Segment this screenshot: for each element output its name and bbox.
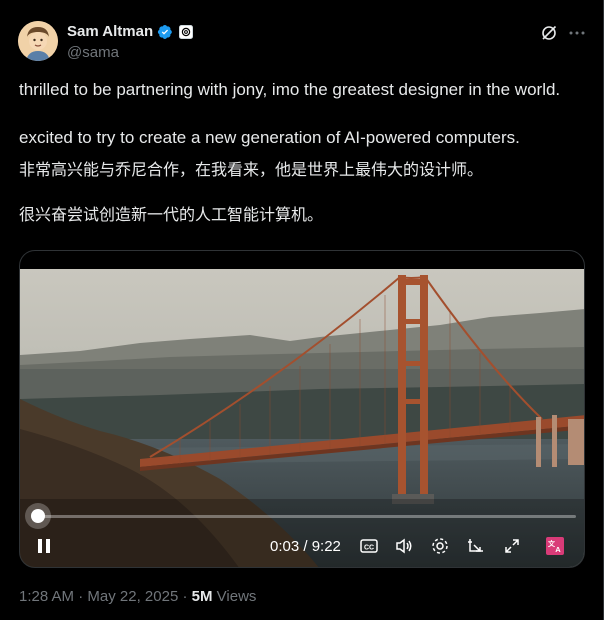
svg-text:CC: CC — [364, 545, 374, 552]
volume-icon[interactable] — [394, 536, 414, 556]
author-name-row: Sam Altman — [67, 23, 194, 40]
tweet-text-line: thrilled to be partnering with jony, imo… — [19, 80, 561, 99]
svg-text:A: A — [555, 545, 561, 554]
meta-separator: · — [182, 588, 188, 605]
progress-scrubber[interactable] — [31, 509, 45, 523]
video-controls: 0:03 / 9:22 CC 文A — [20, 501, 584, 567]
views-count: 5M — [191, 588, 213, 605]
tweet-text-line: excited to try to create a new generatio… — [19, 128, 520, 147]
video-time: 0:03 / 9:22 — [270, 538, 341, 555]
pause-icon[interactable] — [34, 536, 54, 556]
grok-icon[interactable] — [540, 24, 558, 42]
tweet-text-line: 很兴奋尝试创造新一代的人工智能计算机。 — [19, 207, 324, 224]
tweet-text-line: 非常高兴能与乔尼合作，在我看来，他是世界上最伟大的设计师。 — [19, 162, 484, 179]
fullscreen-icon[interactable] — [502, 536, 522, 556]
more-options-icon[interactable] — [568, 24, 586, 42]
settings-icon[interactable] — [430, 536, 450, 556]
author-display-name[interactable]: Sam Altman — [67, 23, 153, 40]
tweet-detail: Sam Altman @sama thrilled to be partneri… — [0, 0, 604, 620]
avatar[interactable] — [18, 21, 58, 61]
captions-icon[interactable]: CC — [359, 536, 379, 556]
translate-icon[interactable]: 文A — [545, 536, 565, 556]
tweet-date[interactable]: May 22, 2025 — [87, 588, 178, 605]
tweet-time[interactable]: 1:28 AM — [19, 588, 74, 605]
openai-badge-icon[interactable] — [179, 24, 194, 39]
progress-bar[interactable] — [39, 515, 576, 518]
views-label: Views — [216, 588, 257, 605]
author-handle[interactable]: @sama — [67, 44, 119, 61]
verified-badge-icon[interactable] — [157, 24, 173, 40]
tweet-meta: 1:28 AM · May 22, 2025 · 5M Views — [19, 588, 256, 605]
video-player[interactable]: 0:03 / 9:22 CC 文A — [19, 250, 585, 568]
meta-separator: · — [78, 588, 84, 605]
pip-icon[interactable] — [466, 536, 486, 556]
